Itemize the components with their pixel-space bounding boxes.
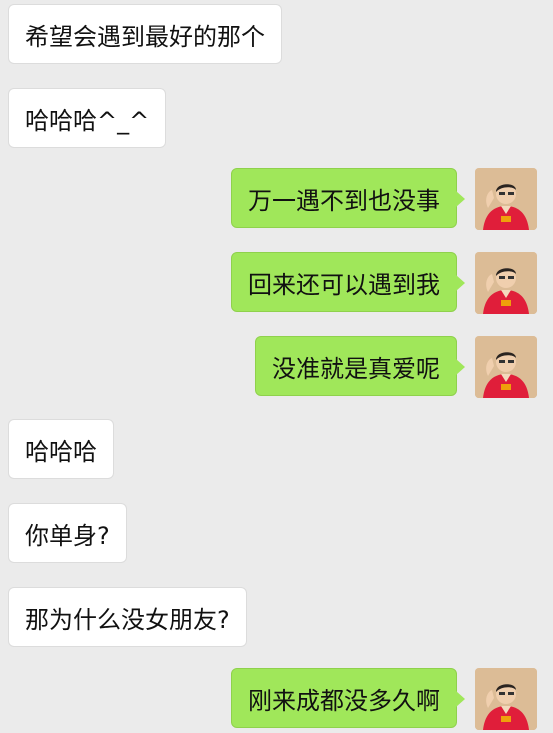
outgoing-message-bubble[interactable]: 回来还可以遇到我 [231,252,465,312]
incoming-message-bubble[interactable]: 你单身? [8,503,127,563]
chat-message-list[interactable]: 希望会遇到最好的那个 哈哈哈^_^ 万一遇不到也没事 回来还可以遇到我 没准就是… [0,0,553,733]
user-avatar-icon[interactable] [475,252,537,314]
incoming-message-bubble[interactable]: 哈哈哈^_^ [8,88,167,148]
message-text: 希望会遇到最好的那个 [25,22,265,51]
message-row: 万一遇不到也没事 [231,168,537,230]
outgoing-message-bubble[interactable]: 没准就是真爱呢 [255,336,465,396]
message-row: 回来还可以遇到我 [231,252,537,314]
incoming-message-bubble[interactable]: 希望会遇到最好的那个 [8,4,282,64]
message-row: 你单身? [8,503,127,563]
message-text: 回来还可以遇到我 [248,270,440,299]
outgoing-message-bubble[interactable]: 刚来成都没多久啊 [231,668,465,728]
message-text: 没准就是真爱呢 [272,354,440,383]
message-row: 哈哈哈^_^ [8,88,167,148]
message-text: 哈哈哈^_^ [25,106,150,135]
message-text: 万一遇不到也没事 [248,186,440,215]
user-avatar-icon[interactable] [475,668,537,730]
message-row: 刚来成都没多久啊 [231,668,537,730]
user-avatar-icon[interactable] [475,168,537,230]
message-text: 哈哈哈 [25,437,97,466]
outgoing-message-bubble[interactable]: 万一遇不到也没事 [231,168,465,228]
user-avatar-icon[interactable] [475,336,537,398]
message-text: 你单身? [25,521,110,550]
incoming-message-bubble[interactable]: 那为什么没女朋友? [8,587,247,647]
message-row: 哈哈哈 [8,419,114,479]
message-row: 没准就是真爱呢 [255,336,537,398]
incoming-message-bubble[interactable]: 哈哈哈 [8,419,114,479]
message-row: 希望会遇到最好的那个 [8,4,282,64]
message-text: 那为什么没女朋友? [25,605,230,634]
message-row: 那为什么没女朋友? [8,587,247,647]
message-text: 刚来成都没多久啊 [248,686,440,715]
